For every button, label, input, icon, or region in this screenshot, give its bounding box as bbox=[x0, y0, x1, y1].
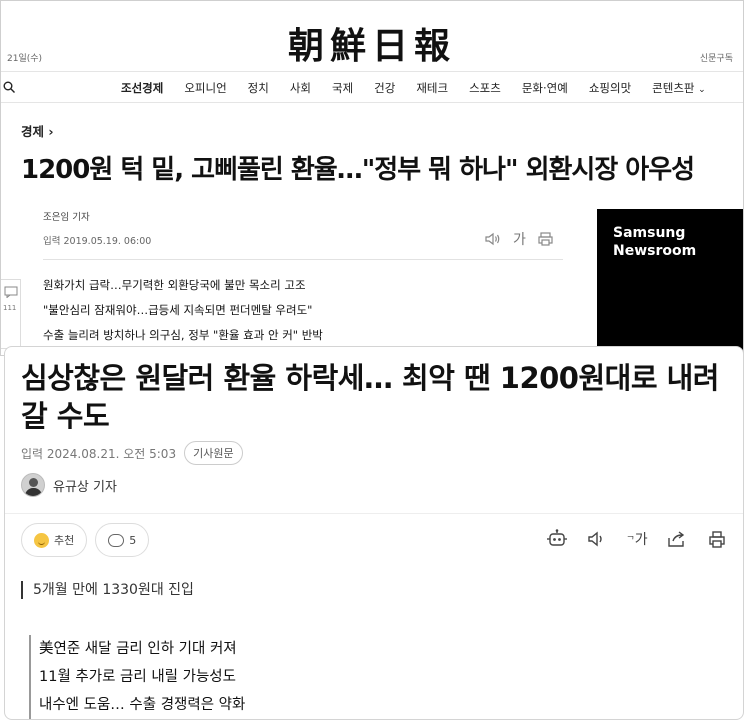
nav-item-society[interactable]: 사회 bbox=[290, 80, 311, 96]
nav-item-health[interactable]: 건강 bbox=[374, 80, 395, 96]
key-point: 내수엔 도움… 수출 경쟁력은 약화 bbox=[39, 697, 246, 713]
byline: 조은임 기자 입력 2019.05.19. 06:00 bbox=[43, 209, 151, 247]
nav-item-culture[interactable]: 문화·연예 bbox=[522, 80, 568, 96]
print-icon[interactable] bbox=[538, 232, 553, 246]
recommend-label: 추천 bbox=[54, 534, 75, 547]
article-meta: 입력 2024.08.21. 오전 5:03 기사원문 bbox=[21, 441, 243, 465]
divider bbox=[5, 513, 743, 514]
article-summary: 원화가치 급락…무기력한 외환당국에 불만 목소리 고조 "불안심리 잠재워야…… bbox=[43, 277, 323, 352]
original-article-button[interactable]: 기사원문 bbox=[184, 441, 243, 465]
publish-date: 입력 2019.05.19. 06:00 bbox=[43, 236, 152, 247]
ad-text-line2: Newsroom bbox=[613, 243, 697, 259]
nav-item-shopping[interactable]: 쇼핑의맛 bbox=[589, 80, 631, 96]
share-icon[interactable] bbox=[665, 527, 689, 551]
chevron-down-icon: ⌄ bbox=[698, 84, 706, 95]
reporter-name[interactable]: 조은임 기자 bbox=[43, 209, 151, 223]
font-size-button[interactable]: ᄀ가 bbox=[625, 527, 649, 551]
smile-icon bbox=[34, 532, 49, 548]
article-tools: 가 bbox=[485, 229, 553, 249]
font-size-label: 가 bbox=[634, 532, 648, 548]
author-row[interactable]: 유규상 기자 bbox=[21, 473, 117, 497]
summary-line: "불안심리 잠재워야…급등세 지속되면 펀더멘탈 우려도" bbox=[43, 303, 313, 317]
nav-item-finance[interactable]: 재테크 bbox=[416, 80, 448, 96]
publish-date: 입력 2024.08.21. 오전 5:03 bbox=[21, 446, 177, 461]
summary-line: 수출 늘리려 방치하나 의구심, 정부 "환율 효과 안 커" 반박 bbox=[43, 328, 323, 342]
nav-item-economy[interactable]: 조선경제 bbox=[121, 80, 163, 96]
nav-item-politics[interactable]: 정치 bbox=[248, 80, 269, 96]
article-headline: 심상찮은 원달러 환율 하락세… 최악 땐 1200원대로 내려 갈 수도 bbox=[21, 361, 720, 433]
speaker-icon[interactable] bbox=[485, 232, 501, 246]
chosun-logo[interactable]: 朝鮮日報 bbox=[1, 17, 743, 69]
robot-summary-icon[interactable] bbox=[545, 527, 569, 551]
article-headline: 1200원 턱 밑, 고삐풀린 환율…"정부 뭐 하나" 외환시장 아우성 bbox=[21, 155, 695, 185]
key-point: 美연준 새달 금리 인하 기대 커져 bbox=[39, 641, 237, 657]
font-size-button[interactable]: 가 bbox=[513, 229, 526, 249]
comment-count: 111 bbox=[3, 304, 17, 312]
section-nav: 조선경제 오피니언 정치 사회 국제 건강 재테크 스포츠 문화·연예 쇼핑의맛… bbox=[1, 71, 743, 103]
author-name[interactable]: 유규상 기자 bbox=[53, 476, 117, 495]
nav-item-contents-label: 콘텐츠판 bbox=[652, 80, 695, 95]
comment-count: 5 bbox=[129, 533, 137, 547]
comment-button[interactable]: 5 bbox=[95, 523, 150, 557]
masthead: 21일(수) 朝鮮日報 신문구독 bbox=[1, 1, 743, 71]
nav-item-international[interactable]: 국제 bbox=[332, 80, 353, 96]
section-breadcrumb[interactable]: 경제 › bbox=[21, 121, 54, 140]
chosun-article-card: 21일(수) 朝鮮日報 신문구독 조선경제 오피니언 정치 사회 국제 건강 재… bbox=[0, 0, 744, 356]
search-icon[interactable] bbox=[3, 81, 15, 93]
divider bbox=[43, 259, 563, 260]
reaction-buttons: 추천 5 bbox=[21, 523, 150, 557]
avatar bbox=[21, 473, 45, 497]
print-icon[interactable] bbox=[705, 527, 729, 551]
ad-text-line1: Samsung bbox=[613, 225, 686, 241]
samsung-newsroom-ad[interactable]: Samsung Newsroom bbox=[597, 209, 743, 355]
recommend-button[interactable]: 추천 bbox=[21, 523, 88, 557]
article-subheadline: 5개월 만에 1330원대 진입 bbox=[21, 581, 194, 599]
article-tools: ᄀ가 bbox=[545, 527, 729, 551]
comment-icon[interactable] bbox=[4, 286, 18, 298]
nav-item-opinion[interactable]: 오피니언 bbox=[184, 80, 226, 96]
nav-item-sports[interactable]: 스포츠 bbox=[469, 80, 501, 96]
comment-icon bbox=[108, 533, 125, 547]
summary-line: 원화가치 급락…무기력한 외환당국에 불만 목소리 고조 bbox=[43, 278, 306, 292]
nav-item-contents[interactable]: 콘텐츠판 ⌄ bbox=[652, 80, 706, 96]
speaker-icon[interactable] bbox=[585, 527, 609, 551]
nav-list: 조선경제 오피니언 정치 사회 국제 건강 재테크 스포츠 문화·연예 쇼핑의맛… bbox=[121, 72, 727, 103]
news-article-card: 심상찮은 원달러 환율 하락세… 최악 땐 1200원대로 내려 갈 수도 입력… bbox=[4, 346, 744, 720]
key-point: 11월 추가로 금리 내릴 가능성도 bbox=[39, 669, 236, 685]
article-key-points: 美연준 새달 금리 인하 기대 커져 11월 추가로 금리 내릴 가능성도 내수… bbox=[29, 635, 245, 719]
side-share-bar[interactable]: 111 bbox=[1, 279, 21, 349]
subscribe-link[interactable]: 신문구독 bbox=[700, 51, 733, 64]
